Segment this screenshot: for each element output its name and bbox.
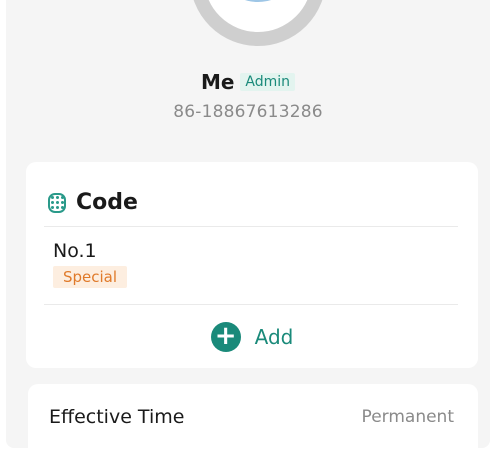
effective-time-value: Permanent bbox=[361, 407, 454, 427]
divider bbox=[44, 304, 458, 305]
code-header: Code bbox=[48, 190, 138, 215]
code-type-badge: Special bbox=[53, 266, 128, 288]
screen: Me Admin 86-18867613286 Code No.1 Specia… bbox=[6, 0, 490, 448]
code-item-name: No.1 bbox=[53, 240, 97, 262]
effective-time-label: Effective Time bbox=[49, 406, 185, 428]
keypad-icon bbox=[48, 192, 66, 213]
phone-number: 86-18867613286 bbox=[173, 102, 323, 122]
add-code-button[interactable]: + Add bbox=[26, 322, 478, 352]
divider bbox=[44, 226, 458, 227]
user-name: Me bbox=[200, 70, 235, 94]
profile-header: Me Admin bbox=[6, 70, 490, 94]
plus-icon: + bbox=[210, 322, 241, 352]
avatar-image bbox=[214, 0, 302, 2]
effective-time-row[interactable]: Effective Time Permanent bbox=[28, 384, 478, 448]
code-card: Code No.1 Special + Add bbox=[26, 162, 478, 368]
avatar bbox=[190, 0, 326, 46]
code-title: Code bbox=[76, 190, 138, 215]
add-label: Add bbox=[254, 325, 294, 349]
role-badge: Admin bbox=[240, 73, 296, 91]
